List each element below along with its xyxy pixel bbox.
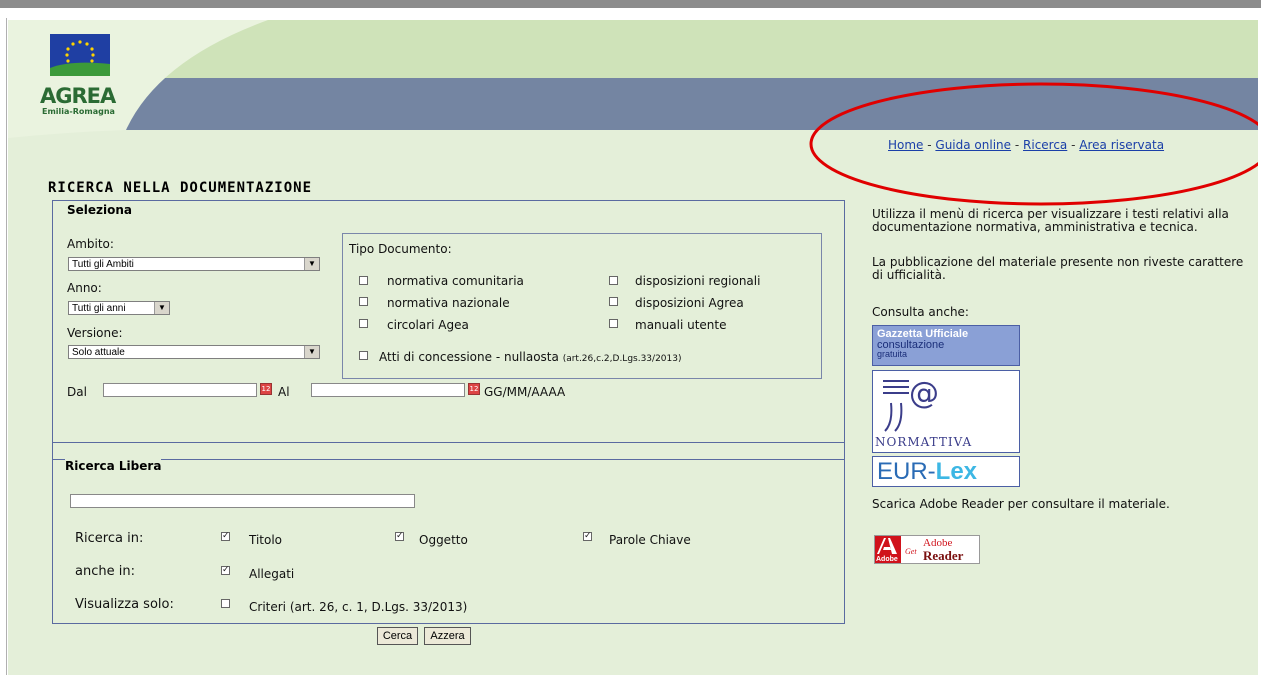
seleziona-legend: Seleziona: [65, 203, 135, 217]
checkbox-atti-concessione[interactable]: [359, 351, 368, 360]
calendar-icon[interactable]: 12: [468, 383, 480, 395]
azzera-button[interactable]: Azzera: [424, 627, 471, 645]
anno-value: Tutti gli anni: [72, 303, 126, 314]
adobe-get-label: Get: [905, 547, 917, 556]
versione-select[interactable]: Solo attuale ▼: [68, 345, 320, 359]
normativa-comunitaria-label: normativa comunitaria: [387, 274, 524, 288]
sidebar-intro: Utilizza il menù di ricerca per visualiz…: [872, 207, 1229, 234]
al-label: Al: [278, 385, 290, 399]
checkbox-parole-chiave[interactable]: ✓: [583, 532, 592, 541]
scarica-adobe-text: Scarica Adobe Reader per consultare il m…: [872, 497, 1170, 511]
adobe-reader-label: Reader: [923, 548, 964, 563]
page-title: RICERCA NELLA DOCUMENTAZIONE: [48, 180, 313, 196]
normattiva-logo-icon: @: [883, 376, 939, 432]
logo-text: AGREA: [40, 84, 116, 108]
titolo-label: Titolo: [249, 533, 283, 547]
checkbox-normativa-nazionale[interactable]: [359, 297, 368, 306]
adobe-small-label: Adobe: [876, 556, 898, 563]
chevron-down-icon[interactable]: ▼: [304, 258, 319, 270]
dal-label: Dal: [67, 385, 87, 399]
disposizioni-agrea-label: disposizioni Agrea: [635, 296, 744, 310]
consulta-label: Consulta anche:: [872, 305, 969, 319]
calendar-icon[interactable]: 12: [260, 383, 272, 395]
left-border: [6, 18, 7, 675]
normattiva-text: NORMATTIVA: [875, 435, 973, 449]
versione-value: Solo attuale: [72, 347, 125, 358]
checkbox-disposizioni-agrea[interactable]: [609, 297, 618, 306]
gazzetta-ufficiale-link[interactable]: Gazzetta Ufficiale consultazione gratuita: [872, 325, 1020, 366]
eur-lex-logo: EUR-Lex: [877, 459, 977, 485]
tipo-documento-label: Tipo Documento:: [349, 242, 452, 256]
eur-lex-link[interactable]: EUR-Lex: [872, 456, 1020, 487]
normativa-nazionale-label: normativa nazionale: [387, 296, 510, 310]
atti-concessione-text: Atti di concessione - nullaosta: [379, 350, 559, 364]
svg-text:@: @: [909, 376, 939, 411]
al-date-input[interactable]: [311, 383, 465, 397]
parole-chiave-label: Parole Chiave: [609, 533, 691, 547]
atti-concessione-label: Atti di concessione - nullaosta (art.26,…: [379, 350, 681, 364]
adobe-logo-icon: Adobe: [875, 536, 901, 563]
page: AGREA Emilia-Romagna Home - Guida online…: [8, 20, 1258, 675]
checkbox-normativa-comunitaria[interactable]: [359, 276, 368, 285]
eur-lex-text-b: Lex: [935, 458, 978, 485]
checkbox-criteri[interactable]: [221, 599, 230, 608]
adobe-a-icon: [877, 538, 897, 554]
tipo-documento-group: Tipo Documento: normativa comunitaria no…: [342, 233, 822, 379]
ricerca-libera-input[interactable]: [70, 494, 415, 508]
checkbox-manuali-utente[interactable]: [609, 319, 618, 328]
adobe-reader-link[interactable]: Adobe Get Adobe Reader: [874, 535, 980, 564]
normattiva-link[interactable]: @ NORMATTIVA: [872, 370, 1020, 453]
checkbox-disposizioni-regionali[interactable]: [609, 276, 618, 285]
red-highlight-ellipse: [809, 82, 1258, 206]
disposizioni-regionali-label: disposizioni regionali: [635, 274, 761, 288]
ricerca-libera-legend: Ricerca Libera: [65, 459, 162, 473]
eur-lex-text-a: EUR-: [877, 458, 936, 485]
ambito-label: Ambito:: [67, 237, 114, 251]
oggetto-label: Oggetto: [419, 533, 468, 547]
anno-label: Anno:: [67, 281, 102, 295]
criteri-label: Criteri (art. 26, c. 1, D.Lgs. 33/2013): [249, 600, 468, 614]
dal-date-input[interactable]: [103, 383, 257, 397]
checkbox-circolari-agea[interactable]: [359, 319, 368, 328]
manuali-utente-label: manuali utente: [635, 318, 727, 332]
visualizza-solo-label: Visualizza solo:: [75, 597, 174, 612]
chevron-down-icon[interactable]: ▼: [154, 302, 169, 314]
anche-in-label: anche in:: [75, 564, 135, 579]
gazzetta-sub: consultazione gratuita: [877, 340, 944, 359]
cerca-button[interactable]: Cerca: [377, 627, 418, 645]
date-format-hint: GG/MM/AAAA: [484, 385, 566, 399]
ricerca-in-label: Ricerca in:: [75, 531, 144, 546]
atti-concessione-note: (art.26,c.2,D.Lgs.33/2013): [562, 354, 682, 364]
checkbox-titolo[interactable]: ✓: [221, 532, 230, 541]
sidebar-disclaimer: La pubblicazione del materiale presente …: [872, 255, 1244, 282]
allegati-label: Allegati: [249, 567, 295, 581]
ambito-value: Tutti gli Ambiti: [72, 259, 134, 270]
agrea-logo[interactable]: AGREA Emilia-Romagna: [38, 34, 128, 122]
versione-label: Versione:: [67, 326, 123, 340]
gazzetta-sub2: gratuita: [877, 349, 908, 359]
eu-flag-icon: [50, 34, 110, 76]
ricerca-libera-panel: Ricerca Libera Ricerca in: ✓ Titolo ✓ Og…: [52, 442, 845, 624]
logo-subtitle: Emilia-Romagna: [42, 107, 115, 116]
chevron-down-icon[interactable]: ▼: [304, 346, 319, 358]
browser-top-bar: [0, 0, 1261, 8]
checkbox-allegati[interactable]: ✓: [221, 566, 230, 575]
ambito-select[interactable]: Tutti gli Ambiti ▼: [68, 257, 320, 271]
checkbox-oggetto[interactable]: ✓: [395, 532, 404, 541]
circolari-agea-label: circolari Agea: [387, 318, 469, 332]
anno-select[interactable]: Tutti gli anni ▼: [68, 301, 170, 315]
